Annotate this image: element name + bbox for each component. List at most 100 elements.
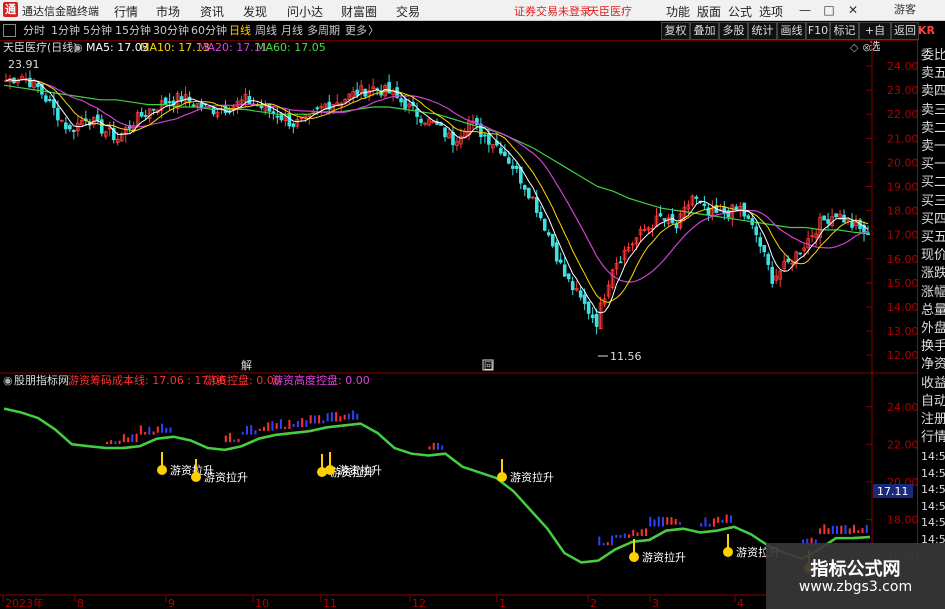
add-watchlist-button[interactable]: +自选	[859, 22, 891, 53]
candle-body	[279, 113, 284, 121]
indicator-bar	[105, 441, 108, 445]
indicator-bar	[861, 528, 864, 533]
main-y-label: 17.00	[887, 229, 917, 242]
side-item: 卖一	[921, 139, 945, 154]
tab-monthly[interactable]: 月线	[280, 23, 304, 38]
signal-smile-icon[interactable]	[157, 465, 167, 475]
signal-smile-icon[interactable]	[629, 552, 639, 562]
overlay-button[interactable]: 叠加	[690, 22, 719, 40]
minimize-icon[interactable]: —	[794, 2, 816, 18]
maximize-icon[interactable]: □	[818, 2, 840, 18]
candle-body	[355, 89, 359, 96]
indicator-bar	[301, 418, 304, 428]
toolbar-toggle-icon[interactable]	[3, 24, 16, 37]
signal-markers: 游资拉升游资拉升游资拉升游资拉升游资拉升游资拉升游资拉升游资拉升	[157, 452, 861, 575]
candle-body	[443, 127, 447, 138]
indicator-bar	[840, 525, 843, 535]
side-item: 涨跌	[921, 266, 945, 282]
watermark: 指标公式网 www.zbgs3.com	[766, 543, 945, 609]
indicator-bar	[674, 518, 677, 525]
signal-smile-icon[interactable]	[497, 472, 507, 482]
login-warning[interactable]: 证券交易未登录	[514, 3, 591, 19]
multi-stock-button[interactable]: 多股	[719, 22, 748, 40]
main-y-label: 15.00	[887, 277, 917, 290]
menu-wealth-circle[interactable]: 财富圈	[341, 3, 377, 20]
candle-body	[139, 112, 144, 117]
side-item: 涨幅	[921, 284, 945, 300]
indicator-bar	[161, 423, 164, 433]
tab-weekly[interactable]: 周线	[254, 23, 278, 38]
side-item: 收益	[921, 375, 945, 391]
indicator-bar	[139, 425, 142, 435]
candle-body	[487, 133, 491, 145]
signal-smile-icon[interactable]	[191, 472, 201, 482]
main-y-label: 12.00	[887, 349, 917, 362]
indicator-bar	[275, 423, 278, 430]
signal-smile-icon[interactable]	[723, 547, 733, 557]
x-tick-label: 3	[652, 597, 659, 609]
x-tick-label: 10	[255, 597, 269, 609]
tab-15min[interactable]: 15分钟	[114, 23, 152, 38]
menu-formula[interactable]: 公式	[728, 3, 752, 20]
candle-body	[834, 213, 838, 218]
tab-intraday[interactable]: 分时	[22, 23, 46, 38]
candle-body	[419, 118, 423, 123]
tab-1min[interactable]: 1分钟	[50, 23, 81, 38]
menu-function[interactable]: 功能	[666, 3, 690, 20]
candle-body	[762, 245, 767, 253]
menu-trade[interactable]: 交易	[396, 3, 420, 20]
side-item[interactable]: 注册	[921, 412, 945, 428]
menu-discover[interactable]: 发现	[243, 3, 267, 20]
indicator-bar	[122, 434, 125, 443]
corner-icons[interactable]: ◇ ⊗	[850, 41, 871, 54]
candle-body	[95, 114, 100, 121]
side-item[interactable]: 行情	[921, 430, 945, 446]
signal-smile-icon[interactable]	[325, 465, 335, 475]
menu-news[interactable]: 资讯	[200, 3, 224, 20]
f10-button[interactable]: F10	[806, 22, 830, 40]
indicator-bar	[819, 528, 822, 535]
tab-daily[interactable]: 日线	[228, 23, 252, 38]
side-item[interactable]: 自动	[921, 394, 945, 410]
candle-body	[850, 220, 854, 228]
menu-ask[interactable]: 问小达	[287, 3, 323, 20]
candle-body	[199, 102, 204, 108]
candle-body	[526, 187, 531, 199]
tab-60min[interactable]: 60分钟	[190, 23, 228, 38]
indicator-bar	[598, 536, 601, 546]
tab-30min[interactable]: 30分钟	[152, 23, 190, 38]
side-item: 买五	[921, 230, 945, 245]
indicator-bar	[339, 416, 342, 422]
tab-5min[interactable]: 5分钟	[82, 23, 113, 38]
menu-layout[interactable]: 版面	[697, 3, 721, 20]
indicator-bar	[262, 426, 265, 431]
legend-cost-line: 游资筹码成本线: 17.06 : 17.06	[68, 373, 226, 387]
statistics-button[interactable]: 统计	[748, 22, 777, 40]
draw-line-button[interactable]: 画线	[777, 22, 806, 40]
close-icon[interactable]: ✕	[842, 2, 864, 18]
side-item: 卖五	[921, 66, 945, 82]
mark-button[interactable]: 标记	[830, 22, 859, 40]
candle-body	[754, 226, 759, 236]
adjust-button[interactable]: 复权	[661, 22, 690, 40]
tab-multi-period[interactable]: 多周期	[306, 23, 341, 38]
candle-body	[566, 273, 571, 280]
menu-market[interactable]: 市场	[156, 3, 180, 20]
menu-options[interactable]: 选项	[759, 3, 783, 20]
x-tick-label: 2	[590, 597, 597, 609]
ma-settings-icon[interactable]: ◉	[73, 41, 83, 54]
guest-button[interactable]: 游客	[888, 2, 922, 18]
indicator-bar	[165, 427, 168, 433]
back-button[interactable]: 返回	[891, 22, 919, 40]
more-chevron-icon[interactable]: 〉	[367, 23, 380, 38]
tab-more[interactable]: 更多	[344, 23, 368, 38]
indicator-settings-icon[interactable]: ◉	[3, 374, 13, 387]
menu-quotes[interactable]: 行情	[114, 3, 138, 20]
candle-body	[415, 108, 419, 117]
chart-area[interactable]: 天臣医疗(日线) ◉ MA5: 17.03 MA10: 17.13 MA20: …	[0, 40, 917, 609]
signal-label: 游资拉升	[204, 470, 248, 484]
candle-body	[594, 313, 599, 327]
indicator-bar	[678, 522, 681, 525]
indicator-bar	[708, 523, 711, 527]
candle-body	[618, 261, 623, 264]
